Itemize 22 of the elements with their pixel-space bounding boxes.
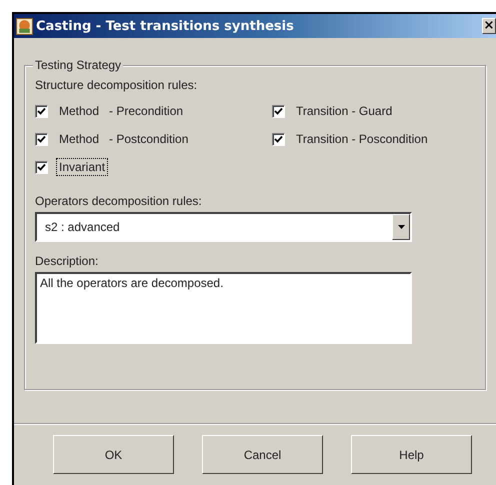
description-field[interactable]: All the operators are decomposed.: [35, 272, 412, 344]
dialog-button[interactable]: OK: [53, 435, 174, 474]
group-title: Testing Strategy: [33, 58, 124, 72]
checkbox-label[interactable]: Invariant: [56, 158, 108, 176]
checkbox-label[interactable]: Method - Precondition: [56, 102, 186, 120]
checkbox-label[interactable]: Transition - Poscondition: [293, 130, 431, 148]
checkbox-label[interactable]: Transition - Guard: [293, 102, 396, 120]
checkbox[interactable]: [272, 132, 285, 146]
checkbox[interactable]: [35, 104, 48, 118]
dialog-button[interactable]: Cancel: [202, 435, 323, 474]
app-icon: [16, 18, 33, 34]
dialog-button[interactable]: Help: [351, 435, 472, 474]
section-label: Operators decomposition rules:: [35, 194, 203, 208]
checkbox[interactable]: [272, 104, 285, 118]
checkbox[interactable]: [35, 160, 48, 174]
window-title: Casting - Test transitions synthesis: [36, 18, 295, 34]
checkbox[interactable]: [35, 132, 48, 146]
checkbox-label[interactable]: Method - Postcondition: [56, 130, 192, 148]
operators-dropdown[interactable]: s2 : advanced: [35, 212, 412, 242]
section-label: Structure decomposition rules:: [35, 78, 198, 92]
close-button[interactable]: ×: [482, 18, 496, 34]
section-label: Description:: [35, 254, 100, 268]
